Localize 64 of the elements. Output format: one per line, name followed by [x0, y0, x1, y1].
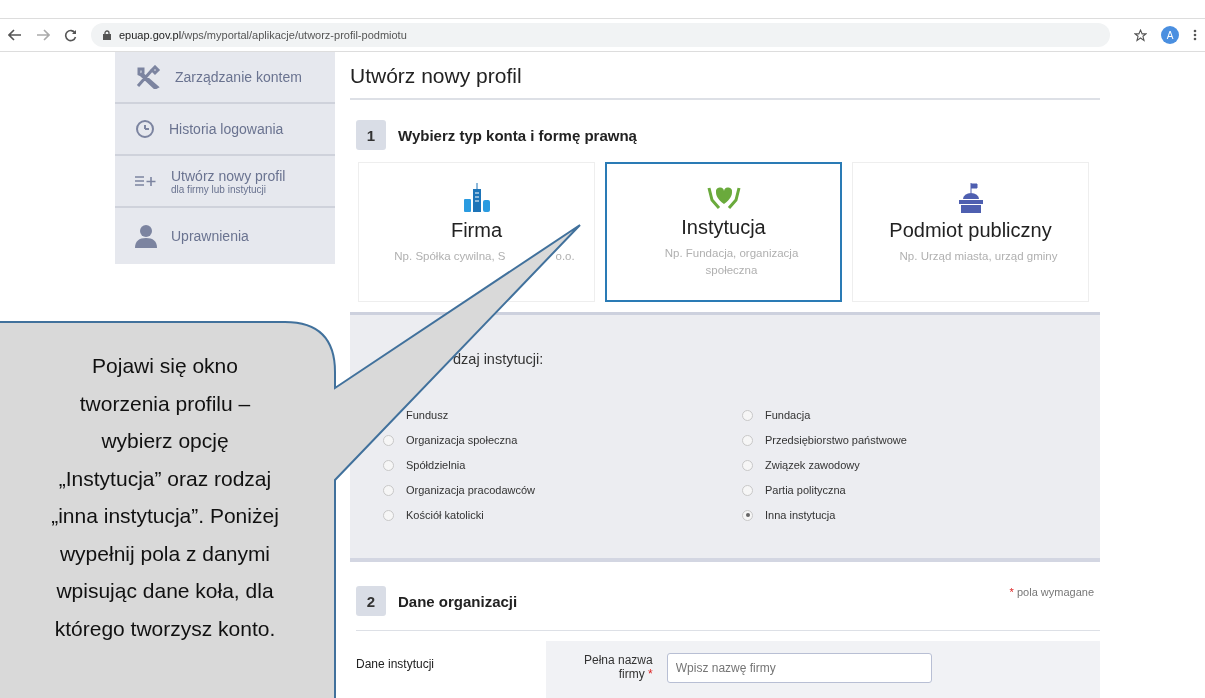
radio-label[interactable]: Organizacja pracodawców: [406, 484, 535, 496]
radio-button[interactable]: [742, 459, 753, 471]
heart-hands-icon: [706, 184, 741, 210]
public-building-icon: [958, 183, 983, 213]
field-label: firmy *: [618, 667, 653, 681]
page-title: Utwórz nowy profil: [350, 52, 1100, 100]
card-subtitle: o.o.: [555, 249, 575, 264]
star-icon[interactable]: [1134, 28, 1147, 42]
radio-label[interactable]: Fundusz: [406, 409, 449, 421]
company-name-field[interactable]: Wpisz nazwę firmy: [666, 653, 932, 683]
sidebar-label: Historia logowania: [169, 121, 284, 137]
clock-icon: [135, 119, 155, 139]
radio-button[interactable]: [742, 434, 753, 446]
radio-label[interactable]: Fundacja: [765, 409, 811, 421]
card-title: Instytucja: [681, 216, 766, 239]
card-subtitle: Np. Urząd miasta, urząd gminy: [899, 249, 1058, 264]
buildings-icon: [463, 183, 490, 213]
radio-button[interactable]: [742, 409, 753, 421]
institution-type-heading: dzaj instytucji:: [453, 351, 545, 367]
radio-button[interactable]: [383, 459, 394, 471]
account-type-card[interactable]: Instytucja Np. Fundacja, organizacja społeczna: [605, 162, 842, 302]
sidebar-item[interactable]: Historia logowania: [115, 104, 335, 156]
radio-label[interactable]: Partia polityczna: [765, 484, 846, 496]
sidebar-label: Zarządzanie kontem: [175, 69, 302, 85]
radio-label[interactable]: Inna instytucja: [765, 509, 836, 521]
required-note: * pola wymagane: [1009, 586, 1094, 598]
address-bar[interactable]: epuap.gov.pl/wps/myportal/aplikacje/utworz-profil-podmiotu: [91, 23, 1110, 47]
card-title: Firma: [450, 219, 503, 242]
tools-icon: [135, 65, 161, 89]
account-type-card[interactable]: Firma Np. Spółka cywilna, S o.o.: [358, 162, 595, 302]
group-label: Dane instytucji: [355, 656, 436, 673]
sidebar-label: Utwórz nowy profil: [171, 167, 286, 184]
sidebar-item[interactable]: Utwórz nowy profil dla firmy lub instytucji: [115, 156, 335, 208]
radio-label[interactable]: Spółdzielnia: [406, 459, 466, 471]
step-number: 2: [356, 586, 386, 616]
menu-icon[interactable]: [1193, 29, 1197, 41]
person-icon: [135, 224, 157, 248]
card-subtitle: Np. Spółka cywilna, S: [394, 249, 506, 264]
radio-button[interactable]: [742, 509, 753, 521]
list-plus-icon: [135, 175, 157, 187]
section-title: Wybierz typ konta i formę prawną: [398, 126, 637, 144]
radio-button[interactable]: [742, 484, 753, 496]
sidebar-item[interactable]: Uprawnienia: [115, 208, 335, 264]
field-label: Pełna nazwa: [584, 653, 653, 667]
sidebar-item[interactable]: Zarządzanie kontem: [115, 52, 335, 104]
radio-button[interactable]: [383, 484, 394, 496]
radio-button[interactable]: [383, 434, 394, 446]
callout-text: Pojawi się okno tworzenia profilu – wybierz opcję „Instytucja” oraz rodzaj „inna instytucja”. Poniżej wypełnij pola z danymi wpisując dane koła, dla którego tworzysz konto.: [50, 353, 280, 642]
card-title: Podmiot publiczny: [889, 219, 1052, 242]
back-icon[interactable]: [8, 29, 22, 41]
section-title: Dane organizacji: [398, 592, 518, 610]
radio-label[interactable]: Związek zawodowy: [765, 459, 860, 471]
radio-label[interactable]: Przedsiębiorstwo państwowe: [765, 434, 907, 446]
account-type-card[interactable]: Podmiot publiczny Np. Urząd miasta, urząd gminy: [852, 162, 1089, 302]
sidebar-label: Uprawnienia: [171, 228, 249, 244]
radio-button[interactable]: [383, 509, 394, 521]
forward-icon[interactable]: [36, 29, 50, 41]
card-subtitle: Np. Fundacja, organizacja społeczna: [663, 246, 800, 278]
step-number: 1: [356, 120, 386, 150]
radio-label[interactable]: Organizacja społeczna: [406, 434, 518, 446]
lock-icon: [103, 30, 111, 40]
sidebar-sublabel: dla firmy lub instytucji: [171, 183, 267, 195]
reload-icon[interactable]: [64, 28, 77, 42]
radio-label[interactable]: Kościół katolicki: [406, 509, 484, 521]
